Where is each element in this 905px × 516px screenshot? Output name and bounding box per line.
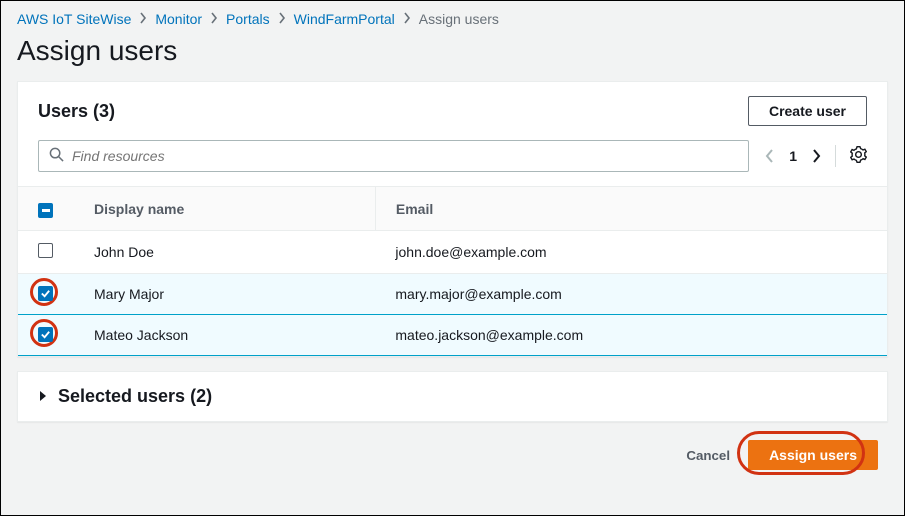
breadcrumb-link-portal-name[interactable]: WindFarmPortal bbox=[294, 11, 395, 27]
chevron-right-icon bbox=[210, 11, 218, 27]
table-row[interactable]: Mary Major mary.major@example.com bbox=[18, 274, 887, 315]
breadcrumb-current: Assign users bbox=[419, 11, 499, 27]
breadcrumb: AWS IoT SiteWise Monitor Portals WindFar… bbox=[1, 1, 904, 35]
page-title: Assign users bbox=[1, 35, 904, 81]
cancel-button[interactable]: Cancel bbox=[686, 448, 730, 463]
breadcrumb-link-portals[interactable]: Portals bbox=[226, 11, 270, 27]
caret-right-icon bbox=[38, 389, 48, 405]
chevron-right-icon bbox=[139, 11, 147, 27]
footer-actions: Cancel Assign users bbox=[1, 436, 904, 470]
users-panel: Users (3) Create user 1 bbox=[17, 81, 888, 357]
cell-display-name: Mateo Jackson bbox=[74, 315, 375, 356]
cell-display-name: John Doe bbox=[74, 231, 375, 274]
pagination: 1 bbox=[765, 145, 867, 167]
breadcrumb-link-monitor[interactable]: Monitor bbox=[155, 11, 202, 27]
row-checkbox[interactable] bbox=[38, 243, 53, 258]
cell-email: mary.major@example.com bbox=[375, 274, 887, 315]
search-icon bbox=[49, 147, 64, 165]
divider bbox=[835, 145, 836, 167]
search-input[interactable] bbox=[72, 148, 738, 164]
column-header-email[interactable]: Email bbox=[375, 187, 887, 231]
page-number: 1 bbox=[789, 148, 797, 164]
select-all-checkbox[interactable] bbox=[38, 203, 53, 218]
users-table: Display name Email John Doe john.doe@exa… bbox=[18, 186, 887, 356]
assign-users-button[interactable]: Assign users bbox=[748, 440, 878, 470]
settings-button[interactable] bbox=[850, 146, 867, 166]
row-checkbox[interactable] bbox=[38, 327, 53, 342]
chevron-right-icon bbox=[403, 11, 411, 27]
search-input-wrap[interactable] bbox=[38, 140, 749, 172]
selected-users-panel: Selected users (2) bbox=[17, 371, 888, 422]
chevron-right-icon bbox=[278, 11, 286, 27]
table-row[interactable]: John Doe john.doe@example.com bbox=[18, 231, 887, 274]
next-page-button[interactable] bbox=[811, 149, 821, 163]
column-header-name[interactable]: Display name bbox=[74, 187, 375, 231]
row-checkbox[interactable] bbox=[38, 286, 53, 301]
breadcrumb-link-sitewise[interactable]: AWS IoT SiteWise bbox=[17, 11, 131, 27]
selected-users-toggle[interactable]: Selected users (2) bbox=[18, 372, 887, 421]
cell-display-name: Mary Major bbox=[74, 274, 375, 315]
create-user-button[interactable]: Create user bbox=[748, 96, 867, 126]
prev-page-button[interactable] bbox=[765, 149, 775, 163]
gear-icon bbox=[850, 146, 867, 166]
selected-users-title: Selected users (2) bbox=[58, 386, 212, 407]
users-panel-title: Users (3) bbox=[38, 101, 115, 122]
cell-email: mateo.jackson@example.com bbox=[375, 315, 887, 356]
cell-email: john.doe@example.com bbox=[375, 231, 887, 274]
table-row[interactable]: Mateo Jackson mateo.jackson@example.com bbox=[18, 315, 887, 356]
